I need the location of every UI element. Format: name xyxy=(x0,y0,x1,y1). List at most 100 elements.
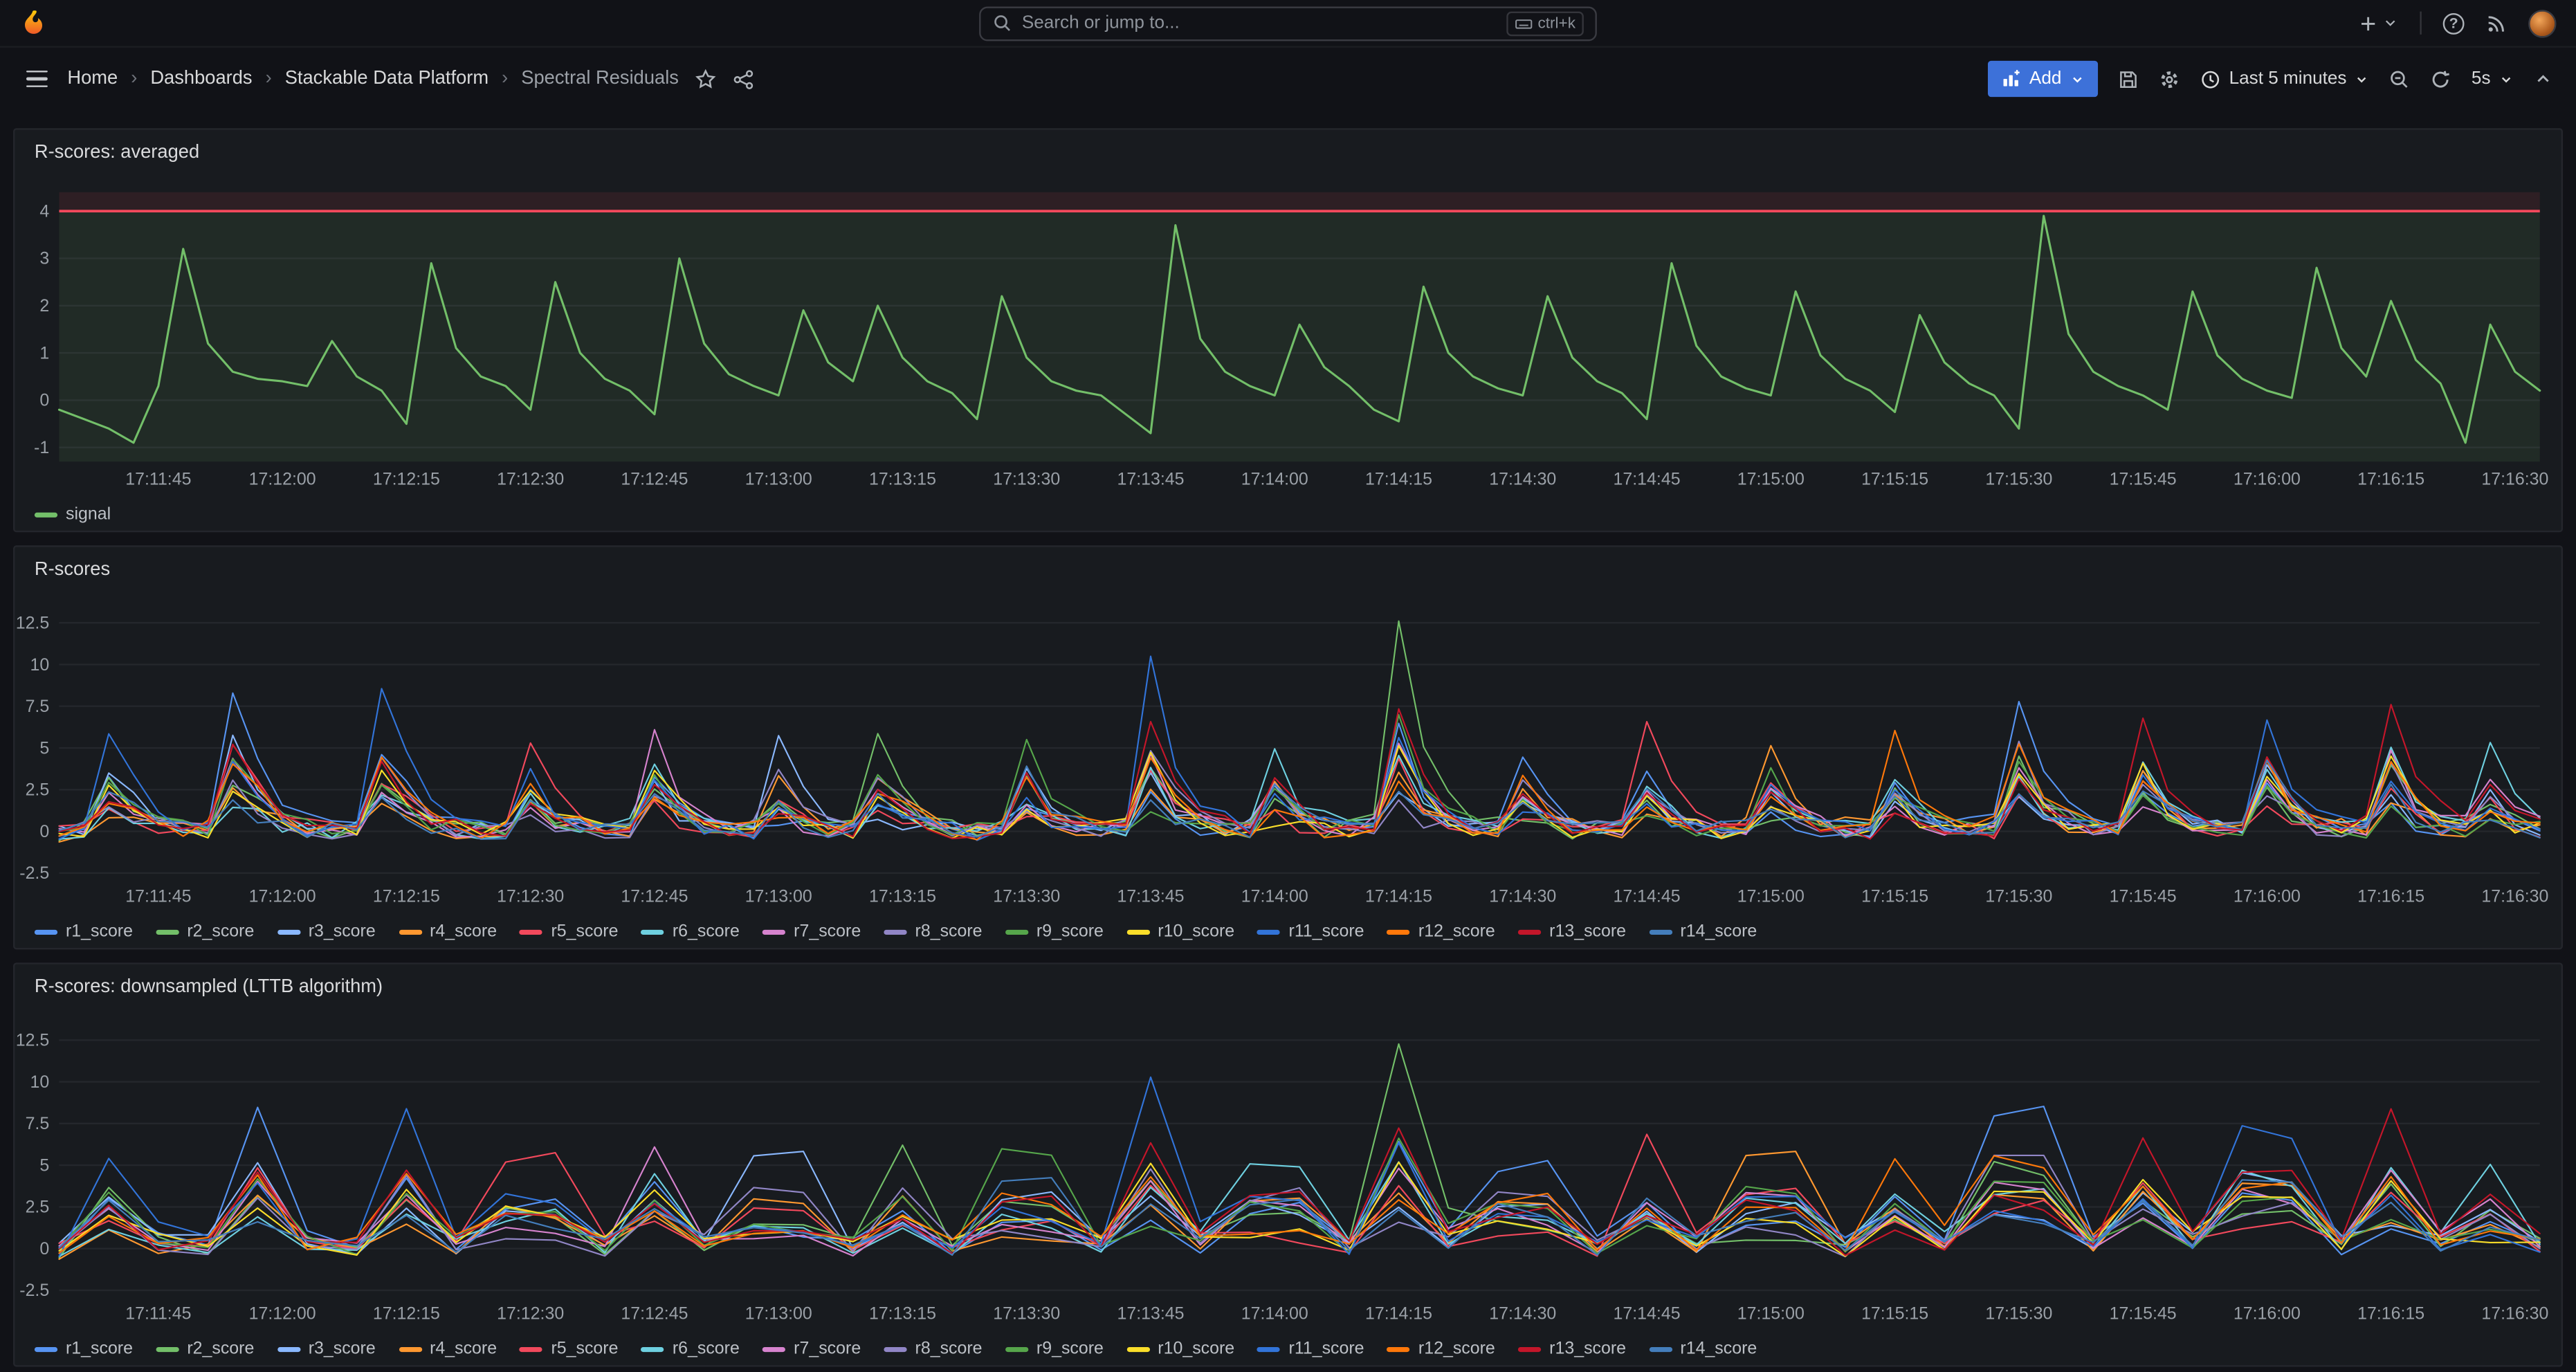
svg-text:12.5: 12.5 xyxy=(16,613,50,632)
new-menu-button[interactable] xyxy=(2357,12,2398,34)
legend-swatch xyxy=(1649,1346,1672,1351)
svg-text:-2.5: -2.5 xyxy=(19,1281,49,1300)
svg-text:17:11:45: 17:11:45 xyxy=(125,887,191,906)
panel-title[interactable]: R-scores: averaged xyxy=(15,130,2561,176)
legend-item[interactable]: r7_score xyxy=(762,922,861,941)
legend-item[interactable]: r13_score xyxy=(1518,1339,1626,1358)
panel-title[interactable]: R-scores xyxy=(15,547,2561,593)
legend-swatch xyxy=(156,929,179,934)
news-button[interactable] xyxy=(2485,12,2507,34)
zoom-out-button[interactable] xyxy=(2389,68,2411,90)
legend-item[interactable]: r1_score xyxy=(35,922,133,941)
svg-text:17:14:00: 17:14:00 xyxy=(1241,887,1308,906)
legend-item[interactable]: r2_score xyxy=(156,1339,254,1358)
legend-swatch xyxy=(1257,929,1280,934)
legend-item[interactable]: r6_score xyxy=(641,922,740,941)
legend-item[interactable]: r6_score xyxy=(641,1339,740,1358)
svg-text:17:13:45: 17:13:45 xyxy=(1117,469,1184,488)
svg-text:17:12:00: 17:12:00 xyxy=(249,469,316,488)
legend-item[interactable]: r3_score xyxy=(277,922,376,941)
legend-item[interactable]: r8_score xyxy=(884,922,982,941)
panel-title[interactable]: R-scores: downsampled (LTTB algorithm) xyxy=(15,964,2561,1010)
dashboard-toolbar: Home › Dashboards › Stackable Data Platf… xyxy=(0,48,2576,110)
svg-text:17:13:15: 17:13:15 xyxy=(869,1304,936,1324)
save-dashboard-button[interactable] xyxy=(2117,68,2139,90)
legend-item[interactable]: r11_score xyxy=(1257,922,1364,941)
svg-text:17:12:15: 17:12:15 xyxy=(373,887,440,906)
legend-item[interactable]: r12_score xyxy=(1387,922,1495,941)
timeseries-chart[interactable]: -10123417:11:4517:12:0017:12:1517:12:301… xyxy=(15,176,2561,497)
legend-item[interactable]: r14_score xyxy=(1649,922,1757,941)
legend-item[interactable]: r10_score xyxy=(1126,922,1234,941)
svg-text:17:14:00: 17:14:00 xyxy=(1241,469,1308,488)
legend-swatch xyxy=(35,1346,57,1351)
legend-item[interactable]: r9_score xyxy=(1005,922,1104,941)
legend-label: r4_score xyxy=(430,922,497,941)
help-button[interactable]: ? xyxy=(2443,12,2465,34)
dashboard-settings-button[interactable] xyxy=(2159,68,2180,90)
legend-item[interactable]: r4_score xyxy=(399,922,497,941)
legend-item[interactable]: r1_score xyxy=(35,1339,133,1358)
share-button[interactable] xyxy=(733,68,754,90)
legend-item[interactable]: r4_score xyxy=(399,1339,497,1358)
legend-item[interactable]: r3_score xyxy=(277,1339,376,1358)
svg-text:5: 5 xyxy=(39,738,49,758)
time-range-picker[interactable]: Last 5 minutes xyxy=(2200,68,2370,90)
legend-item[interactable]: r5_score xyxy=(520,922,618,941)
svg-text:17:14:15: 17:14:15 xyxy=(1365,887,1432,906)
legend-label: r7_score xyxy=(794,1339,861,1358)
panel-title-label: R-scores xyxy=(35,560,110,580)
search-input[interactable]: ctrl+k xyxy=(979,6,1597,40)
add-button-label: Add xyxy=(2029,69,2061,89)
menu-toggle-icon[interactable] xyxy=(23,66,51,91)
legend-swatch xyxy=(399,1346,421,1351)
legend-item[interactable]: r10_score xyxy=(1126,1339,1234,1358)
svg-text:2.5: 2.5 xyxy=(26,780,50,800)
legend-item[interactable]: r9_score xyxy=(1005,1339,1104,1358)
legend-item[interactable]: signal xyxy=(35,504,111,524)
legend-label: r13_score xyxy=(1549,1339,1626,1358)
legend-label: r5_score xyxy=(551,1339,618,1358)
legend-item[interactable]: r2_score xyxy=(156,922,254,941)
legend-swatch xyxy=(1518,929,1541,934)
svg-text:17:15:30: 17:15:30 xyxy=(1985,887,2052,906)
legend-item[interactable]: r8_score xyxy=(884,1339,982,1358)
star-icon xyxy=(695,68,717,90)
legend-item[interactable]: r14_score xyxy=(1649,1339,1757,1358)
gear-icon xyxy=(2159,68,2180,90)
breadcrumb-folder[interactable]: Stackable Data Platform xyxy=(285,69,488,89)
breadcrumb-home[interactable]: Home xyxy=(67,69,118,89)
legend-swatch xyxy=(399,929,421,934)
panel-title-label: R-scores: downsampled (LTTB algorithm) xyxy=(35,978,383,997)
legend-label: r14_score xyxy=(1680,922,1757,941)
top-nav: ctrl+k ? xyxy=(0,0,2576,48)
breadcrumb-separator: › xyxy=(502,69,508,89)
panel-r-scores: R-scores -2.502.557.51012.517:11:4517:12… xyxy=(13,545,2563,949)
legend-swatch xyxy=(1005,929,1028,934)
svg-text:17:15:45: 17:15:45 xyxy=(2110,1304,2177,1324)
timeseries-chart[interactable]: -2.502.557.51012.517:11:4517:12:0017:12:… xyxy=(15,593,2561,915)
breadcrumb-dashboards[interactable]: Dashboards xyxy=(150,69,252,89)
legend-item[interactable]: r11_score xyxy=(1257,1339,1364,1358)
legend-item[interactable]: r7_score xyxy=(762,1339,861,1358)
user-avatar[interactable] xyxy=(2528,9,2556,37)
legend-swatch xyxy=(277,929,300,934)
favorite-button[interactable] xyxy=(695,68,717,90)
legend-item[interactable]: r5_score xyxy=(520,1339,618,1358)
add-button[interactable]: Add xyxy=(1989,61,2098,97)
grafana-logo-icon[interactable] xyxy=(19,8,51,39)
legend-label: r4_score xyxy=(430,1339,497,1358)
search-field[interactable] xyxy=(1022,13,1497,33)
legend-item[interactable]: r13_score xyxy=(1518,922,1626,941)
refresh-interval-picker[interactable]: 5s xyxy=(2472,69,2514,89)
legend-swatch xyxy=(1257,1346,1280,1351)
legend-item[interactable]: r12_score xyxy=(1387,1339,1495,1358)
legend-label: r12_score xyxy=(1418,922,1495,941)
timeseries-chart[interactable]: -2.502.557.51012.517:11:4517:12:0017:12:… xyxy=(15,1010,2561,1332)
legend-label: r1_score xyxy=(66,922,133,941)
svg-text:17:13:00: 17:13:00 xyxy=(745,1304,812,1324)
legend-label: r10_score xyxy=(1158,1339,1234,1358)
refresh-interval-label: 5s xyxy=(2472,69,2491,89)
refresh-button[interactable] xyxy=(2431,68,2452,90)
collapse-toolbar-button[interactable] xyxy=(2533,69,2552,89)
